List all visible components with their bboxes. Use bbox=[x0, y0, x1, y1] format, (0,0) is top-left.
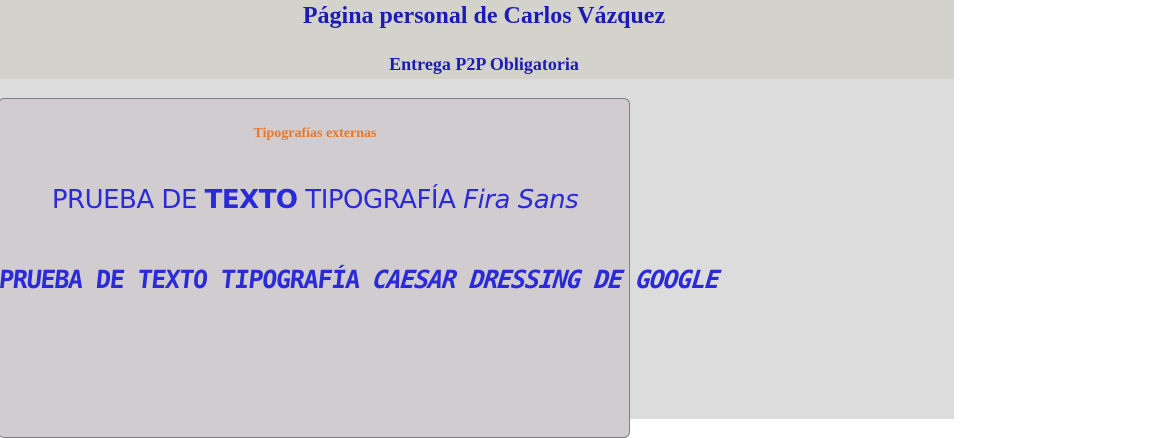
fira-sample-bold-text: TEXTO bbox=[204, 185, 298, 215]
fonts-section-card: Tipografías externas PRUEBA DE TEXTO TIP… bbox=[0, 98, 721, 438]
fira-sample-text-2: TIPOGRAFÍA bbox=[297, 185, 464, 215]
caesar-dressing-sample: PRUEBA DE TEXTO TIPOGRAFÍA CAESAR DRESSI… bbox=[0, 263, 721, 297]
fira-sample-italic-text: Fira Sans bbox=[463, 185, 579, 215]
page-subtitle: Entrega P2P Obligatoria bbox=[389, 54, 579, 74]
page-header: Página personal de Carlos Vázquez Entreg… bbox=[0, 0, 954, 79]
caesar-sample-italic-text: CAESAR DRESSING DE GOOGLE bbox=[371, 265, 721, 294]
fira-sans-sample: PRUEBA DE TEXTO TIPOGRAFÍA Fira Sans bbox=[0, 183, 631, 217]
caesar-sample-text: PRUEBA DE TEXTO TIPOGRAFÍA bbox=[0, 265, 375, 294]
page-title: Página personal de Carlos Vázquez bbox=[302, 3, 666, 29]
fira-sample-text-1: PRUEBA DE bbox=[51, 185, 205, 215]
section-heading: Tipografías externas bbox=[253, 126, 377, 141]
